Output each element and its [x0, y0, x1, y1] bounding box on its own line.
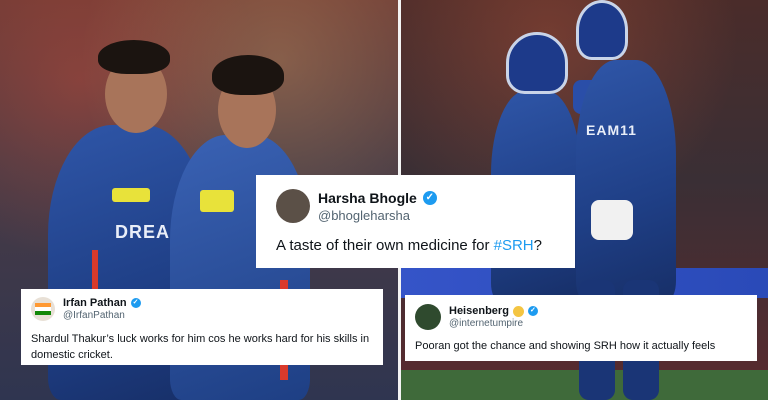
- jersey-sponsor-patch: [112, 188, 150, 202]
- tweet-author-name: Harsha Bhogle ✓: [318, 190, 437, 206]
- batting-glove: [591, 200, 633, 240]
- tweet-text: A taste of their own medicine for #SRH?: [276, 237, 555, 254]
- tweet-text: Pooran got the chance and showing SRH ho…: [415, 340, 716, 352]
- tweet-author-name: Irfan Pathan ✓: [63, 297, 141, 309]
- jersey-sponsor-patch: [200, 190, 234, 212]
- tweet-author-handle[interactable]: @bhogleharsha: [318, 208, 437, 223]
- batting-helmet: [576, 0, 628, 60]
- verified-badge-icon: ✓: [130, 298, 141, 308]
- tweet-card-harsha[interactable]: Harsha Bhogle ✓ @bhogleharsha A taste of…: [256, 175, 575, 268]
- player-jersey: [576, 60, 676, 300]
- player-hair: [212, 55, 284, 95]
- smiley-emoji-icon: [512, 305, 524, 317]
- avatar[interactable]: [276, 189, 310, 223]
- author-name-text[interactable]: Irfan Pathan: [63, 297, 127, 309]
- verified-badge-icon: ✓: [422, 190, 437, 205]
- tweet-card-irfan[interactable]: Irfan Pathan ✓ @IrfanPathan Shardul Thak…: [21, 289, 383, 365]
- player-hair: [98, 40, 170, 74]
- tweet-author-name: Heisenberg ✓: [449, 305, 538, 317]
- avatar[interactable]: [415, 304, 441, 330]
- flag-avatar-icon: [35, 303, 51, 315]
- batting-helmet: [506, 32, 568, 94]
- tweet-text: Shardul Thakur’s luck works for him cos …: [31, 333, 370, 361]
- tweet-text-part: A taste of their own medicine for: [276, 237, 494, 254]
- tweet-author-handle[interactable]: @internetumpire: [449, 318, 538, 329]
- author-name-text[interactable]: Harsha Bhogle: [318, 190, 417, 206]
- tweet-author-handle[interactable]: @IrfanPathan: [63, 310, 141, 321]
- author-name-text[interactable]: Heisenberg: [449, 305, 509, 317]
- verified-badge-icon: ✓: [527, 306, 538, 316]
- hashtag-link[interactable]: #SRH: [494, 237, 534, 254]
- tweet-card-heisenberg[interactable]: Heisenberg ✓ @internetumpire Pooran got …: [405, 295, 757, 361]
- tweet-text-part: ?: [533, 237, 542, 254]
- avatar[interactable]: [31, 297, 55, 321]
- jersey-sponsor-text: EAM11: [586, 122, 637, 138]
